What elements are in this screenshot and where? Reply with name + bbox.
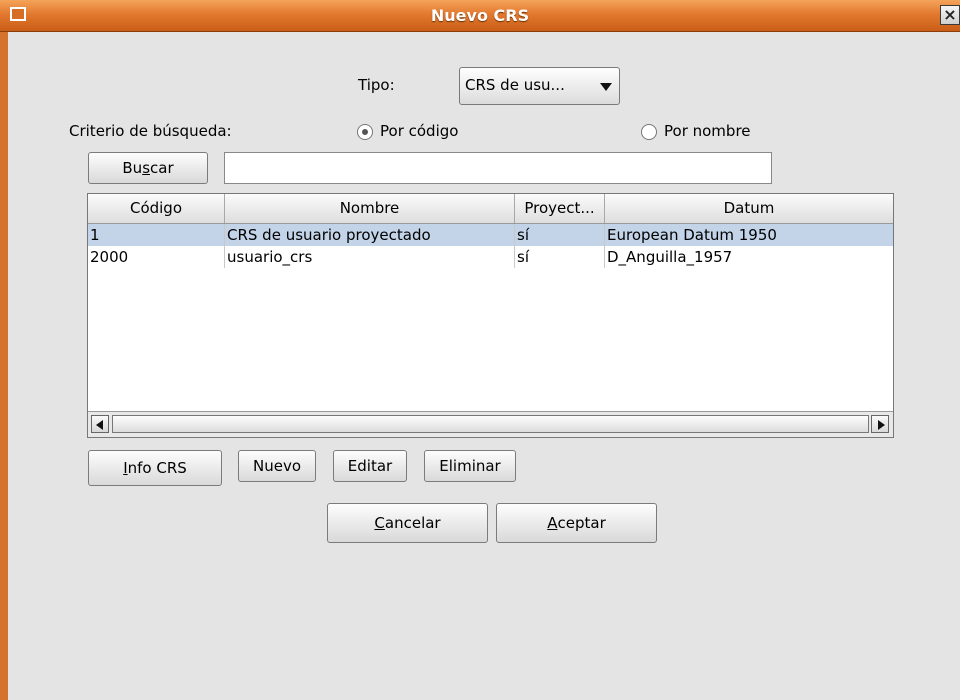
window-left-border [0,32,8,700]
scroll-left-button[interactable] [91,415,109,433]
arrow-left-icon [96,420,103,430]
title-bar[interactable]: Nuevo CRS × [0,0,960,32]
cell-codigo: 1 [88,224,225,246]
cell-proyectado: sí [515,246,605,268]
info-label-rest: nfo CRS [127,459,187,477]
arrow-right-icon [878,420,885,430]
scroll-right-button[interactable] [871,415,889,433]
radio-por-nombre[interactable] [641,124,657,140]
search-input[interactable] [224,152,772,184]
radio-selected-dot [362,129,368,135]
cell-codigo: 2000 [88,246,225,268]
col-header-codigo[interactable]: Código [88,194,225,223]
tipo-combobox[interactable]: CRS de usu... [459,67,620,105]
info-crs-button[interactable]: Info CRS [88,450,222,486]
crs-table[interactable]: Código Nombre Proyect... Datum 1 CRS de … [87,193,894,438]
col-header-proyectado[interactable]: Proyect... [515,194,605,223]
cancel-label-rest: ancelar [384,514,441,532]
table-header: Código Nombre Proyect... Datum [88,194,893,224]
horizontal-scrollbar[interactable] [88,411,893,437]
buscar-button[interactable]: Buscar [88,152,208,184]
accept-button[interactable]: Aceptar [496,503,657,543]
cell-nombre: usuario_crs [225,246,515,268]
buscar-label-pre: Bu [122,159,143,177]
cancel-mnemonic: C [374,514,385,532]
col-header-datum[interactable]: Datum [605,194,893,223]
scrollbar-thumb[interactable] [112,415,869,433]
buscar-mnemonic: s [142,159,151,177]
radio-por-codigo[interactable] [357,124,373,140]
table-row[interactable]: 2000 usuario_crs sí D_Anguilla_1957 [88,246,893,268]
table-row[interactable]: 1 CRS de usuario proyectado sí European … [88,224,893,246]
cell-datum: D_Anguilla_1957 [607,248,733,266]
accept-mnemonic: A [547,514,558,532]
radio-por-nombre-label[interactable]: Por nombre [664,122,751,140]
close-icon: × [943,5,957,24]
criterio-label: Criterio de búsqueda: [69,122,232,140]
tipo-label: Tipo: [358,76,395,94]
cell-nombre: CRS de usuario proyectado [225,224,515,246]
cancel-button[interactable]: Cancelar [327,503,488,543]
radio-por-codigo-label[interactable]: Por código [380,122,458,140]
editar-button[interactable]: Editar [333,450,407,482]
window-title: Nuevo CRS [430,6,530,25]
eliminar-button[interactable]: Eliminar [424,450,516,482]
cell-datum: European Datum 1950 [607,226,777,244]
nuevo-button[interactable]: Nuevo [238,450,316,482]
tipo-selected-value: CRS de usu... [465,76,565,94]
close-button[interactable]: × [940,5,960,25]
accept-label-rest: ceptar [557,514,606,532]
buscar-label-post: car [150,159,174,177]
cell-proyectado: sí [515,224,605,246]
chevron-down-icon [600,83,612,91]
col-header-nombre[interactable]: Nombre [225,194,515,223]
